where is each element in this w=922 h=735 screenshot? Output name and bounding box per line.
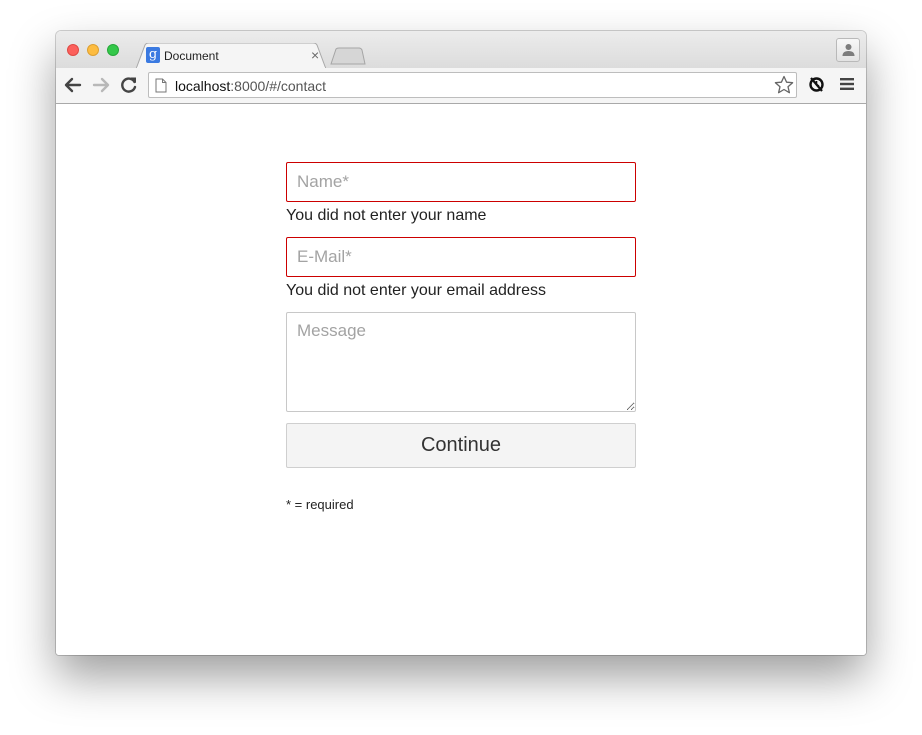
- contact-form: You did not enter your name You did not …: [286, 162, 636, 512]
- forward-arrow-icon[interactable]: [92, 76, 110, 94]
- tab-document[interactable]: g Document ×: [136, 43, 326, 69]
- email-field[interactable]: [286, 237, 636, 277]
- new-tab-button[interactable]: [330, 47, 366, 65]
- url-text: localhost:8000/#/contact: [175, 78, 326, 94]
- page-content: You did not enter your name You did not …: [56, 104, 866, 655]
- browser-window: g Document × localhost:8000/#/contact Na…: [56, 31, 866, 655]
- minimize-window-button[interactable]: [87, 44, 99, 56]
- required-note: * = required: [286, 497, 354, 512]
- close-window-button[interactable]: [67, 44, 79, 56]
- tab-title: Document: [164, 49, 219, 63]
- name-field[interactable]: [286, 162, 636, 202]
- url-path: :8000/#/contact: [230, 78, 327, 94]
- maximize-window-button[interactable]: [107, 44, 119, 56]
- profile-button[interactable]: [836, 38, 860, 62]
- browser-toolbar: localhost:8000/#/contact: [56, 68, 866, 104]
- name-error-message: You did not enter your name: [286, 207, 487, 224]
- message-field[interactable]: [286, 312, 636, 412]
- continue-button[interactable]: Continue: [286, 423, 636, 468]
- back-arrow-icon[interactable]: [64, 76, 82, 94]
- reload-icon[interactable]: [120, 76, 138, 94]
- address-bar[interactable]: localhost:8000/#/contact: [148, 72, 797, 98]
- url-host: localhost: [175, 78, 231, 94]
- email-error-message: You did not enter your email address: [286, 282, 547, 299]
- star-icon[interactable]: [774, 75, 794, 95]
- title-bar: g Document ×: [56, 31, 866, 69]
- close-tab-icon[interactable]: ×: [311, 47, 319, 63]
- page-icon: [155, 78, 167, 93]
- menu-icon[interactable]: [840, 77, 854, 91]
- extension-icon[interactable]: [808, 76, 825, 93]
- profile-icon: [842, 44, 855, 56]
- google-favicon-icon: g: [146, 47, 160, 63]
